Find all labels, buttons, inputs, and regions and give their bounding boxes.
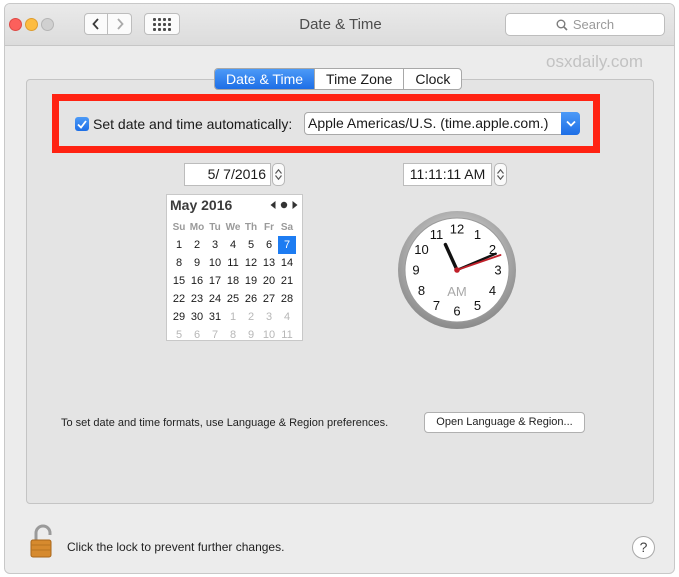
calendar-day[interactable]: 7 xyxy=(278,236,296,254)
stepper-up-icon xyxy=(275,169,282,174)
time-field[interactable]: 11:11:11 AM xyxy=(403,163,492,186)
today-dot-icon[interactable] xyxy=(280,201,288,209)
clock-numeral: 9 xyxy=(412,263,419,278)
calendar-day[interactable]: 11 xyxy=(278,326,296,344)
calendar-day[interactable]: 2 xyxy=(188,236,206,254)
search-field[interactable]: Search xyxy=(505,13,665,36)
calendar-weekday: Su xyxy=(172,221,186,233)
calendar-day[interactable]: 1 xyxy=(170,236,188,254)
stepper-up-icon xyxy=(497,169,504,174)
search-icon xyxy=(556,19,568,31)
calendar-day[interactable]: 3 xyxy=(206,236,224,254)
clock-numeral: 8 xyxy=(418,283,425,298)
stepper-down-icon xyxy=(275,175,282,180)
help-button[interactable]: ? xyxy=(632,536,655,559)
calendar-day[interactable]: 23 xyxy=(188,290,206,308)
calendar-day[interactable]: 29 xyxy=(170,308,188,326)
calendar-day[interactable]: 30 xyxy=(188,308,206,326)
clock-center xyxy=(454,267,460,273)
calendar-day[interactable]: 17 xyxy=(206,272,224,290)
clock-numeral: 5 xyxy=(474,298,481,313)
clock-numeral: 12 xyxy=(450,222,464,237)
clock-numeral: 11 xyxy=(430,227,444,242)
calendar-day[interactable]: 6 xyxy=(188,326,206,344)
previous-month-icon[interactable] xyxy=(270,201,276,209)
calendar-day[interactable]: 7 xyxy=(206,326,224,344)
calendar-day[interactable]: 13 xyxy=(260,254,278,272)
calendar-day[interactable]: 22 xyxy=(170,290,188,308)
calendar-day[interactable]: 10 xyxy=(260,326,278,344)
calendar-day[interactable]: 8 xyxy=(170,254,188,272)
calendar-day[interactable]: 1 xyxy=(224,308,242,326)
calendar-weekday: Fr xyxy=(264,221,274,233)
calendar-day[interactable]: 5 xyxy=(170,326,188,344)
calendar-day[interactable]: 12 xyxy=(242,254,260,272)
calendar-day[interactable]: 20 xyxy=(260,272,278,290)
clock-numeral: 10 xyxy=(414,242,428,257)
highlight-box xyxy=(52,94,600,153)
calendar-day[interactable]: 24 xyxy=(206,290,224,308)
calendar-weekday: Sa xyxy=(280,221,294,233)
analog-clock: 12 1234567891011 AM xyxy=(398,211,516,329)
calendar-day[interactable]: 16 xyxy=(188,272,206,290)
calendar-day[interactable]: 4 xyxy=(278,308,296,326)
calendar-day[interactable]: 27 xyxy=(260,290,278,308)
tab-time-zone[interactable]: Time Zone xyxy=(315,69,405,89)
tab-date-time[interactable]: Date & Time xyxy=(215,69,316,89)
calendar: May 2016 Su Mo Tu We Th Fr Sa 1 2 3 4 5 6 7 8 9 10 11 12 13… xyxy=(166,194,303,341)
clock-numeral: 3 xyxy=(494,263,501,278)
calendar-nav xyxy=(270,201,298,209)
tab-clock[interactable]: Clock xyxy=(404,69,461,89)
calendar-day[interactable]: 18 xyxy=(224,272,242,290)
calendar-grid: Su Mo Tu We Th Fr Sa 1 2 3 4 5 6 7 8 9 10 11 12 13 14 15 16 17 1… xyxy=(170,218,296,344)
calendar-day[interactable]: 28 xyxy=(278,290,296,308)
calendar-day[interactable]: 4 xyxy=(224,236,242,254)
calendar-day[interactable]: 10 xyxy=(206,254,224,272)
time-stepper[interactable] xyxy=(494,163,507,186)
open-language-region-button[interactable]: Open Language & Region... xyxy=(424,412,585,433)
calendar-day[interactable]: 25 xyxy=(224,290,242,308)
calendar-day[interactable]: 14 xyxy=(278,254,296,272)
watermark-text: osxdaily.com xyxy=(546,52,643,71)
calendar-day[interactable]: 3 xyxy=(260,308,278,326)
calendar-weekday: Th xyxy=(244,221,258,233)
formats-text: To set date and time formats, use Langua… xyxy=(61,417,389,429)
calendar-month-label: May 2016 xyxy=(170,197,233,213)
clock-numeral: 6 xyxy=(453,304,460,319)
date-stepper[interactable] xyxy=(272,163,285,186)
next-month-icon[interactable] xyxy=(292,201,298,209)
clock-am-pm: AM xyxy=(447,284,467,299)
calendar-day[interactable]: 21 xyxy=(278,272,296,290)
tab-bar: Date & Time Time Zone Clock xyxy=(214,68,463,90)
calendar-weekday: We xyxy=(225,221,241,233)
clock-numeral: 1 xyxy=(474,227,481,242)
calendar-day[interactable]: 8 xyxy=(224,326,242,344)
date-field[interactable]: 5/ 7/2016 xyxy=(184,163,271,186)
calendar-day[interactable]: 26 xyxy=(242,290,260,308)
calendar-weekday: Mo xyxy=(189,221,205,233)
calendar-day[interactable]: 11 xyxy=(224,254,242,272)
title-bar: Date & Time Search xyxy=(5,4,674,46)
lock-message: Click the lock to prevent further change… xyxy=(67,540,285,554)
clock-numeral: 4 xyxy=(489,283,496,298)
calendar-day[interactable]: 5 xyxy=(242,236,260,254)
calendar-day[interactable]: 19 xyxy=(242,272,260,290)
calendar-day[interactable]: 31 xyxy=(206,308,224,326)
stepper-down-icon xyxy=(497,175,504,180)
calendar-day[interactable]: 2 xyxy=(242,308,260,326)
calendar-weekday: Tu xyxy=(209,221,221,233)
calendar-day[interactable]: 9 xyxy=(242,326,260,344)
preferences-window: Date & Time Search osxdaily.com Date & T… xyxy=(4,3,675,574)
calendar-day[interactable]: 9 xyxy=(188,254,206,272)
lock-icon[interactable] xyxy=(27,523,59,559)
search-placeholder: Search xyxy=(572,17,615,32)
calendar-day[interactable]: 6 xyxy=(260,236,278,254)
calendar-day[interactable]: 15 xyxy=(170,272,188,290)
clock-numeral: 7 xyxy=(433,298,440,313)
